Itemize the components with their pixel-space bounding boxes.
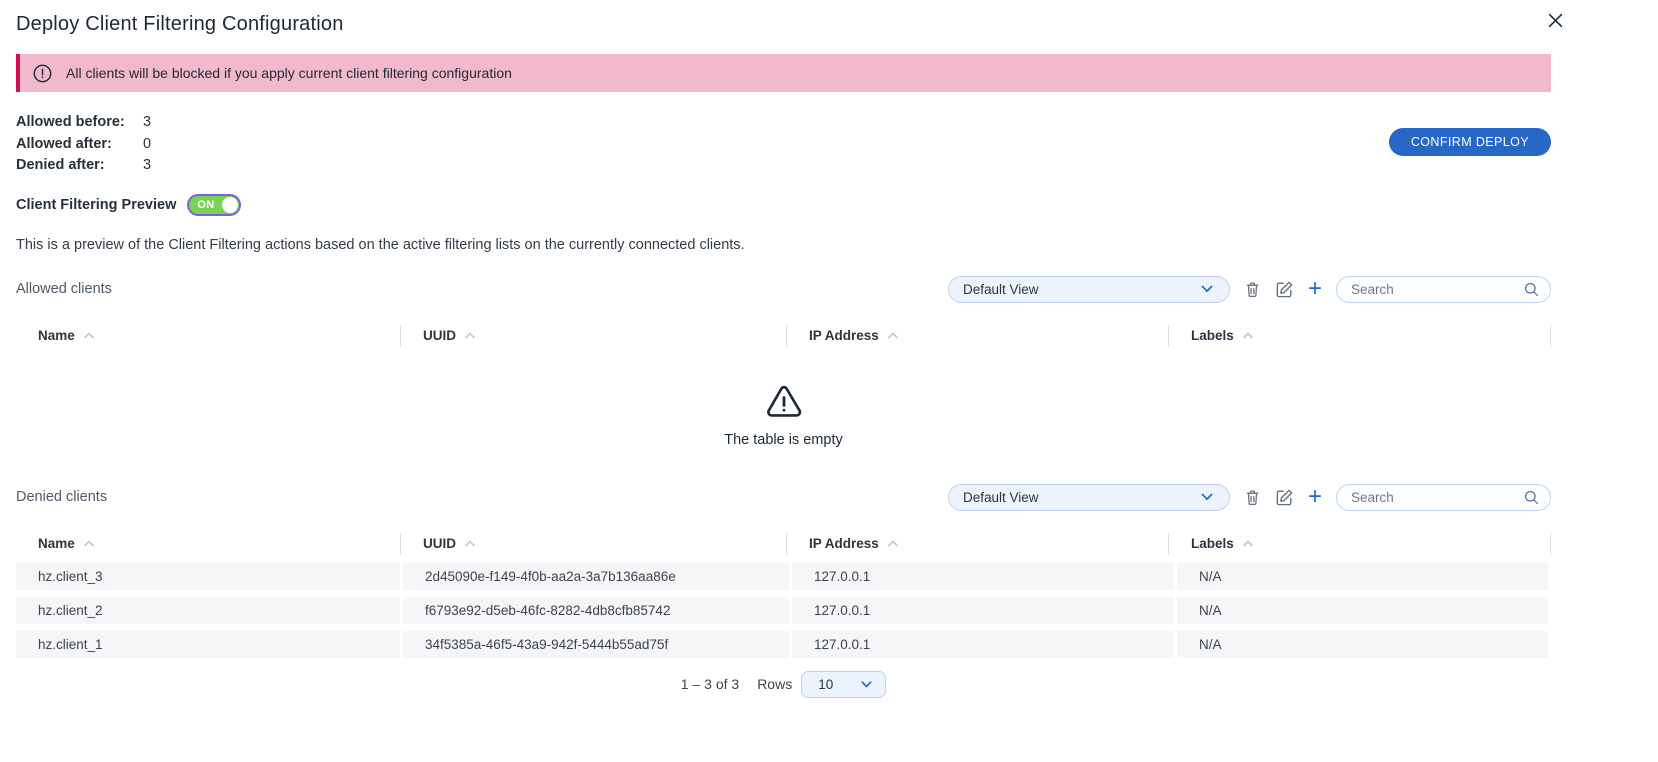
- cell-labels: N/A: [1177, 563, 1548, 590]
- edit-view-button[interactable]: [1275, 280, 1294, 299]
- deploy-stats: Allowed before: 3 Allowed after: 0 Denie…: [16, 112, 151, 177]
- toggle-knob: [222, 197, 238, 213]
- trash-icon: [1244, 280, 1261, 299]
- stat-allowed-after: Allowed after: 0: [16, 134, 151, 156]
- sort-asc-icon: [887, 539, 899, 548]
- page-title: Deploy Client Filtering Configuration: [16, 13, 1551, 36]
- rows-per-page-select[interactable]: 10: [801, 671, 886, 698]
- allowed-column-ip[interactable]: IP Address: [786, 325, 1168, 347]
- denied-search-input[interactable]: [1351, 490, 1523, 505]
- denied-column-labels[interactable]: Labels: [1168, 533, 1551, 555]
- denied-search-box: [1336, 484, 1551, 511]
- sort-asc-icon: [464, 539, 476, 548]
- deploy-client-filtering-dialog: Deploy Client Filtering Configuration Al…: [0, 0, 1658, 762]
- toggle-on-text: ON: [197, 199, 214, 211]
- cell-ip: 127.0.0.1: [792, 631, 1174, 658]
- empty-table-text: The table is empty: [724, 432, 842, 448]
- allowed-empty-state: The table is empty: [16, 359, 1551, 471]
- edit-view-button[interactable]: [1275, 488, 1294, 507]
- sort-asc-icon: [1242, 331, 1254, 340]
- warning-circle-icon: [32, 63, 53, 84]
- pagination: 1 – 3 of 3 Rows 10: [16, 671, 1551, 698]
- search-icon: [1523, 489, 1540, 506]
- table-row: hz.client_1 34f5385a-46f5-43a9-942f-5444…: [16, 631, 1551, 658]
- sort-asc-icon: [1242, 539, 1254, 548]
- pagination-range: 1 – 3 of 3: [681, 676, 739, 692]
- sort-asc-icon: [887, 331, 899, 340]
- trash-icon: [1244, 488, 1261, 507]
- edit-icon: [1275, 280, 1294, 299]
- add-view-button[interactable]: +: [1308, 278, 1322, 300]
- denied-column-uuid[interactable]: UUID: [400, 533, 786, 555]
- add-view-button[interactable]: +: [1308, 486, 1322, 508]
- denied-table-body: hz.client_3 2d45090e-f149-4f0b-aa2a-3a7b…: [16, 563, 1551, 658]
- confirm-deploy-button[interactable]: CONFIRM DEPLOY: [1389, 128, 1551, 156]
- sort-asc-icon: [83, 331, 95, 340]
- allowed-search-input[interactable]: [1351, 282, 1523, 297]
- warning-banner: All clients will be blocked if you apply…: [16, 54, 1551, 92]
- sort-asc-icon: [464, 331, 476, 340]
- denied-column-name[interactable]: Name: [16, 533, 400, 555]
- stat-allowed-before: Allowed before: 3: [16, 112, 151, 134]
- warning-banner-text: All clients will be blocked if you apply…: [66, 65, 512, 81]
- plus-icon: +: [1308, 486, 1322, 508]
- denied-table-header: Name UUID IP Address Labels: [16, 533, 1551, 555]
- plus-icon: +: [1308, 278, 1322, 300]
- allowed-column-labels[interactable]: Labels: [1168, 325, 1551, 347]
- client-filtering-preview-toggle[interactable]: ON: [187, 194, 241, 216]
- rows-label: Rows: [757, 676, 792, 692]
- allowed-column-name[interactable]: Name: [16, 325, 400, 347]
- allowed-view-select[interactable]: Default View: [948, 276, 1230, 303]
- edit-icon: [1275, 488, 1294, 507]
- denied-view-select[interactable]: Default View: [948, 484, 1230, 511]
- client-filtering-preview-label: Client Filtering Preview: [16, 197, 176, 213]
- table-row: hz.client_2 f6793e92-d5eb-46fc-8282-4db8…: [16, 597, 1551, 624]
- cell-ip: 127.0.0.1: [792, 563, 1174, 590]
- stat-denied-after: Denied after: 3: [16, 155, 151, 177]
- close-x-glyph: [1547, 12, 1564, 29]
- warning-triangle-icon: [762, 382, 806, 422]
- cell-labels: N/A: [1177, 597, 1548, 624]
- allowed-table-header: Name UUID IP Address Labels: [16, 325, 1551, 347]
- denied-clients-title: Denied clients: [16, 489, 107, 505]
- search-icon: [1523, 281, 1540, 298]
- delete-view-button[interactable]: [1244, 488, 1261, 507]
- allowed-column-uuid[interactable]: UUID: [400, 325, 786, 347]
- cell-uuid: 2d45090e-f149-4f0b-aa2a-3a7b136aa86e: [403, 563, 789, 590]
- cell-name: hz.client_2: [16, 597, 400, 624]
- preview-description: This is a preview of the Client Filterin…: [16, 237, 1551, 253]
- denied-column-ip[interactable]: IP Address: [786, 533, 1168, 555]
- close-icon[interactable]: [1545, 10, 1566, 34]
- table-row: hz.client_3 2d45090e-f149-4f0b-aa2a-3a7b…: [16, 563, 1551, 590]
- chevron-down-icon: [859, 677, 874, 692]
- cell-name: hz.client_1: [16, 631, 400, 658]
- cell-uuid: 34f5385a-46f5-43a9-942f-5444b55ad75f: [403, 631, 789, 658]
- cell-labels: N/A: [1177, 631, 1548, 658]
- cell-uuid: f6793e92-d5eb-46fc-8282-4db8cfb85742: [403, 597, 789, 624]
- allowed-search-box: [1336, 276, 1551, 303]
- denied-clients-toolbar: Default View +: [948, 484, 1551, 511]
- allowed-clients-title: Allowed clients: [16, 281, 112, 297]
- allowed-clients-toolbar: Default View +: [948, 276, 1551, 303]
- cell-ip: 127.0.0.1: [792, 597, 1174, 624]
- delete-view-button[interactable]: [1244, 280, 1261, 299]
- chevron-down-icon: [1199, 281, 1215, 297]
- sort-asc-icon: [83, 539, 95, 548]
- cell-name: hz.client_3: [16, 563, 400, 590]
- chevron-down-icon: [1199, 489, 1215, 505]
